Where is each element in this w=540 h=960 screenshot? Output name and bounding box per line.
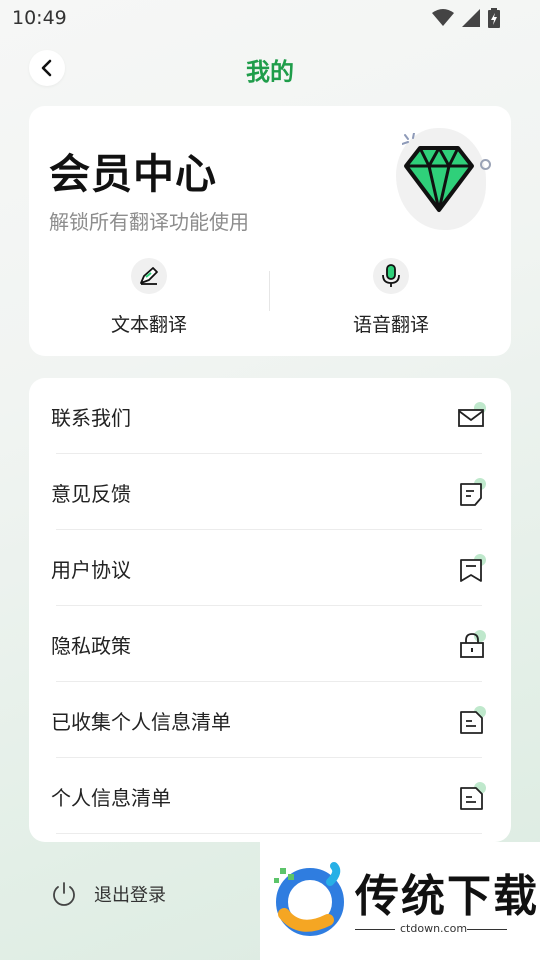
menu-item-label: 意见反馈 — [51, 482, 131, 506]
document-icon — [460, 706, 486, 734]
document-icon — [460, 782, 486, 810]
page-title: 我的 — [246, 58, 294, 86]
wifi-icon — [432, 9, 454, 26]
bookmark-icon — [460, 554, 486, 582]
watermark: 传统下载 ctdown.com — [260, 842, 540, 960]
signal-icon — [462, 9, 480, 27]
member-center-card[interactable]: 会员中心 解锁所有翻译功能使用 文本翻译 语音翻译 — [29, 106, 511, 356]
status-time: 10:49 — [12, 7, 67, 29]
menu-item-user-agreement[interactable]: 用户协议 — [29, 530, 511, 606]
feature-label: 文本翻译 — [110, 314, 187, 336]
menu-item-label: 个人信息清单 — [51, 786, 171, 810]
watermark-text: 传统下载 — [355, 871, 539, 922]
feature-voice-translate[interactable]: 语音翻译 — [311, 258, 471, 337]
battery-icon — [488, 8, 500, 28]
member-center-subtitle: 解锁所有翻译功能使用 — [49, 210, 249, 234]
member-center-title: 会员中心 — [49, 150, 217, 198]
menu-item-feedback[interactable]: 意见反馈 — [29, 454, 511, 530]
note-icon — [460, 478, 486, 506]
menu-item-contact-us[interactable]: 联系我们 — [29, 378, 511, 454]
lock-icon — [460, 630, 486, 658]
menu-item-collected-info-list[interactable]: 已收集个人信息清单 — [29, 682, 511, 758]
feature-text-translate[interactable]: 文本翻译 — [69, 258, 229, 337]
feature-label: 语音翻译 — [352, 314, 429, 336]
menu-item-privacy-policy[interactable]: 隐私政策 — [29, 606, 511, 682]
status-icons — [432, 8, 500, 28]
menu-item-label: 隐私政策 — [51, 634, 131, 658]
settings-menu: 联系我们 意见反馈 用户协议 隐私政策 已收集个人信息清单 个人信息清单 — [29, 378, 511, 842]
menu-item-label: 用户协议 — [51, 558, 131, 582]
decorative-ring — [480, 159, 491, 170]
mail-icon — [458, 402, 486, 427]
menu-item-label: 已收集个人信息清单 — [51, 710, 231, 734]
watermark-url: ctdown.com — [400, 922, 468, 935]
pen-icon — [131, 258, 167, 294]
logout-label: 退出登录 — [94, 885, 166, 906]
logout-button[interactable]: 退出登录 — [50, 880, 166, 908]
menu-item-label: 联系我们 — [51, 406, 131, 430]
power-icon — [53, 882, 75, 906]
diamond-icon — [404, 146, 474, 212]
menu-item-personal-info-list[interactable]: 个人信息清单 — [29, 758, 511, 834]
status-bar: 10:49 — [0, 0, 540, 36]
feature-divider — [269, 271, 270, 311]
watermark-logo-icon — [274, 862, 344, 936]
microphone-icon — [373, 258, 409, 294]
